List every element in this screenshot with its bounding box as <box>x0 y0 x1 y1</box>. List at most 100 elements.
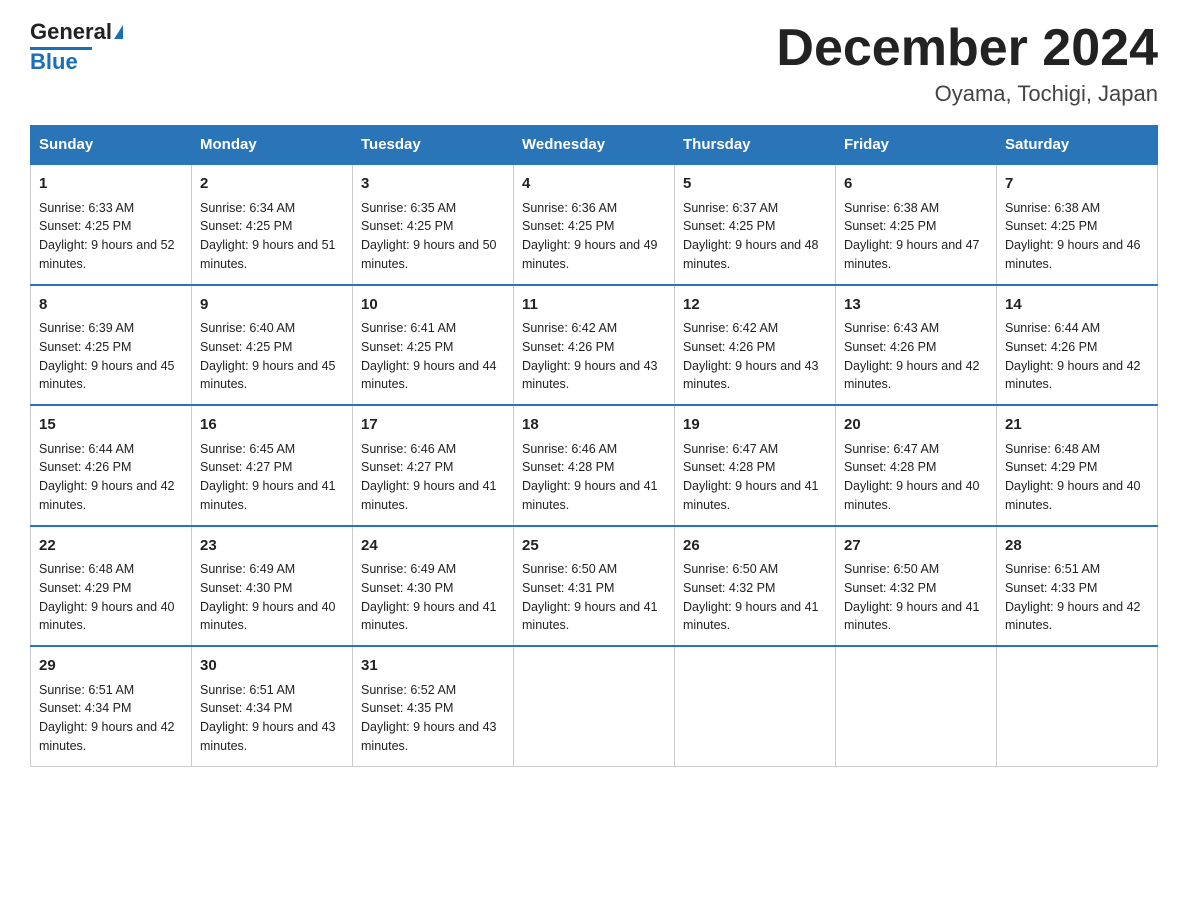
day-number: 6 <box>844 173 988 196</box>
table-row: 23Sunrise: 6:49 AMSunset: 4:30 PMDayligh… <box>192 526 353 647</box>
day-detail: Sunrise: 6:46 AMSunset: 4:27 PMDaylight:… <box>361 440 505 515</box>
month-title: December 2024 <box>776 20 1158 77</box>
day-detail: Sunrise: 6:48 AMSunset: 4:29 PMDaylight:… <box>39 560 183 635</box>
table-row: 2Sunrise: 6:34 AMSunset: 4:25 PMDaylight… <box>192 164 353 285</box>
table-row <box>514 646 675 766</box>
table-row: 24Sunrise: 6:49 AMSunset: 4:30 PMDayligh… <box>353 526 514 647</box>
table-row: 11Sunrise: 6:42 AMSunset: 4:26 PMDayligh… <box>514 285 675 406</box>
logo-triangle-icon <box>114 25 123 39</box>
logo: General Blue <box>30 20 123 74</box>
calendar-week-row: 29Sunrise: 6:51 AMSunset: 4:34 PMDayligh… <box>31 646 1158 766</box>
table-row <box>836 646 997 766</box>
table-row: 16Sunrise: 6:45 AMSunset: 4:27 PMDayligh… <box>192 405 353 526</box>
day-number: 14 <box>1005 294 1149 317</box>
table-row: 6 Sunrise: 6:38 AMSunset: 4:25 PMDaylight… <box>836 164 997 285</box>
day-detail: Sunrise: 6:36 AMSunset: 4:25 PMDaylight:… <box>522 199 666 274</box>
day-number: 24 <box>361 535 505 558</box>
day-detail: Sunrise: 6:50 AMSunset: 4:32 PMDaylight:… <box>844 560 988 635</box>
day-detail: Sunrise: 6:51 AMSunset: 4:34 PMDaylight:… <box>200 681 344 756</box>
day-number: 4 <box>522 173 666 196</box>
day-detail: Sunrise: 6:40 AMSunset: 4:25 PMDaylight:… <box>200 319 344 394</box>
day-detail: Sunrise: 6:38 AMSunset: 4:25 PMDaylight:… <box>844 199 988 274</box>
col-wednesday: Wednesday <box>514 126 675 165</box>
day-number: 20 <box>844 414 988 437</box>
title-block: December 2024 Oyama, Tochigi, Japan <box>776 20 1158 107</box>
day-detail: Sunrise: 6:49 AMSunset: 4:30 PMDaylight:… <box>361 560 505 635</box>
day-number: 31 <box>361 655 505 678</box>
day-number: 8 <box>39 294 183 317</box>
calendar-week-row: 8Sunrise: 6:39 AMSunset: 4:25 PMDaylight… <box>31 285 1158 406</box>
day-number: 27 <box>844 535 988 558</box>
day-detail: Sunrise: 6:33 AMSunset: 4:25 PMDaylight:… <box>39 199 183 274</box>
day-number: 23 <box>200 535 344 558</box>
table-row: 31 Sunrise: 6:52 AMSunset: 4:35 PMDayligh… <box>353 646 514 766</box>
location: Oyama, Tochigi, Japan <box>776 81 1158 107</box>
day-number: 22 <box>39 535 183 558</box>
table-row: 30 Sunrise: 6:51 AMSunset: 4:34 PMDayligh… <box>192 646 353 766</box>
table-row <box>997 646 1158 766</box>
table-row: 29Sunrise: 6:51 AMSunset: 4:34 PMDayligh… <box>31 646 192 766</box>
day-number: 5 <box>683 173 827 196</box>
table-row: 5 Sunrise: 6:37 AMSunset: 4:25 PMDaylight… <box>675 164 836 285</box>
table-row: 12Sunrise: 6:42 AMSunset: 4:26 PMDayligh… <box>675 285 836 406</box>
table-row <box>675 646 836 766</box>
table-row: 10Sunrise: 6:41 AMSunset: 4:25 PMDayligh… <box>353 285 514 406</box>
calendar-table: Sunday Monday Tuesday Wednesday Thursday… <box>30 125 1158 767</box>
table-row: 17 Sunrise: 6:46 AMSunset: 4:27 PMDayligh… <box>353 405 514 526</box>
table-row: 7 Sunrise: 6:38 AMSunset: 4:25 PMDaylight… <box>997 164 1158 285</box>
day-number: 17 <box>361 414 505 437</box>
col-sunday: Sunday <box>31 126 192 165</box>
day-number: 7 <box>1005 173 1149 196</box>
page-header: General Blue December 2024 Oyama, Tochig… <box>30 20 1158 107</box>
table-row: 22Sunrise: 6:48 AMSunset: 4:29 PMDayligh… <box>31 526 192 647</box>
day-number: 21 <box>1005 414 1149 437</box>
day-detail: Sunrise: 6:47 AMSunset: 4:28 PMDaylight:… <box>683 440 827 515</box>
day-number: 30 <box>200 655 344 678</box>
table-row: 21 Sunrise: 6:48 AMSunset: 4:29 PMDayligh… <box>997 405 1158 526</box>
day-detail: Sunrise: 6:37 AMSunset: 4:25 PMDaylight:… <box>683 199 827 274</box>
table-row: 27Sunrise: 6:50 AMSunset: 4:32 PMDayligh… <box>836 526 997 647</box>
table-row: 4 Sunrise: 6:36 AMSunset: 4:25 PMDaylight… <box>514 164 675 285</box>
table-row: 9Sunrise: 6:40 AMSunset: 4:25 PMDaylight… <box>192 285 353 406</box>
logo-general: General <box>30 20 112 44</box>
table-row: 13Sunrise: 6:43 AMSunset: 4:26 PMDayligh… <box>836 285 997 406</box>
day-number: 10 <box>361 294 505 317</box>
calendar-week-row: 15Sunrise: 6:44 AMSunset: 4:26 PMDayligh… <box>31 405 1158 526</box>
col-thursday: Thursday <box>675 126 836 165</box>
col-monday: Monday <box>192 126 353 165</box>
day-detail: Sunrise: 6:38 AMSunset: 4:25 PMDaylight:… <box>1005 199 1149 274</box>
day-number: 26 <box>683 535 827 558</box>
day-number: 15 <box>39 414 183 437</box>
table-row: 19 Sunrise: 6:47 AMSunset: 4:28 PMDayligh… <box>675 405 836 526</box>
day-detail: Sunrise: 6:42 AMSunset: 4:26 PMDaylight:… <box>522 319 666 394</box>
day-number: 1 <box>39 173 183 196</box>
day-detail: Sunrise: 6:43 AMSunset: 4:26 PMDaylight:… <box>844 319 988 394</box>
day-detail: Sunrise: 6:46 AMSunset: 4:28 PMDaylight:… <box>522 440 666 515</box>
table-row: 18Sunrise: 6:46 AMSunset: 4:28 PMDayligh… <box>514 405 675 526</box>
logo-blue: Blue <box>30 49 78 74</box>
day-number: 28 <box>1005 535 1149 558</box>
table-row: 26Sunrise: 6:50 AMSunset: 4:32 PMDayligh… <box>675 526 836 647</box>
table-row: 14Sunrise: 6:44 AMSunset: 4:26 PMDayligh… <box>997 285 1158 406</box>
col-saturday: Saturday <box>997 126 1158 165</box>
col-friday: Friday <box>836 126 997 165</box>
day-detail: Sunrise: 6:52 AMSunset: 4:35 PMDaylight:… <box>361 681 505 756</box>
day-number: 3 <box>361 173 505 196</box>
day-detail: Sunrise: 6:48 AMSunset: 4:29 PMDaylight:… <box>1005 440 1149 515</box>
day-detail: Sunrise: 6:50 AMSunset: 4:32 PMDaylight:… <box>683 560 827 635</box>
table-row: 28Sunrise: 6:51 AMSunset: 4:33 PMDayligh… <box>997 526 1158 647</box>
day-detail: Sunrise: 6:39 AMSunset: 4:25 PMDaylight:… <box>39 319 183 394</box>
day-detail: Sunrise: 6:47 AMSunset: 4:28 PMDaylight:… <box>844 440 988 515</box>
day-number: 19 <box>683 414 827 437</box>
day-number: 13 <box>844 294 988 317</box>
calendar-week-row: 1 Sunrise: 6:33 AMSunset: 4:25 PMDaylight… <box>31 164 1158 285</box>
day-detail: Sunrise: 6:49 AMSunset: 4:30 PMDaylight:… <box>200 560 344 635</box>
day-number: 11 <box>522 294 666 317</box>
day-detail: Sunrise: 6:34 AMSunset: 4:25 PMDaylight:… <box>200 199 344 274</box>
table-row: 8Sunrise: 6:39 AMSunset: 4:25 PMDaylight… <box>31 285 192 406</box>
day-detail: Sunrise: 6:51 AMSunset: 4:34 PMDaylight:… <box>39 681 183 756</box>
table-row: 1 Sunrise: 6:33 AMSunset: 4:25 PMDaylight… <box>31 164 192 285</box>
calendar-header-row: Sunday Monday Tuesday Wednesday Thursday… <box>31 126 1158 165</box>
day-detail: Sunrise: 6:50 AMSunset: 4:31 PMDaylight:… <box>522 560 666 635</box>
table-row: 20 Sunrise: 6:47 AMSunset: 4:28 PMDayligh… <box>836 405 997 526</box>
